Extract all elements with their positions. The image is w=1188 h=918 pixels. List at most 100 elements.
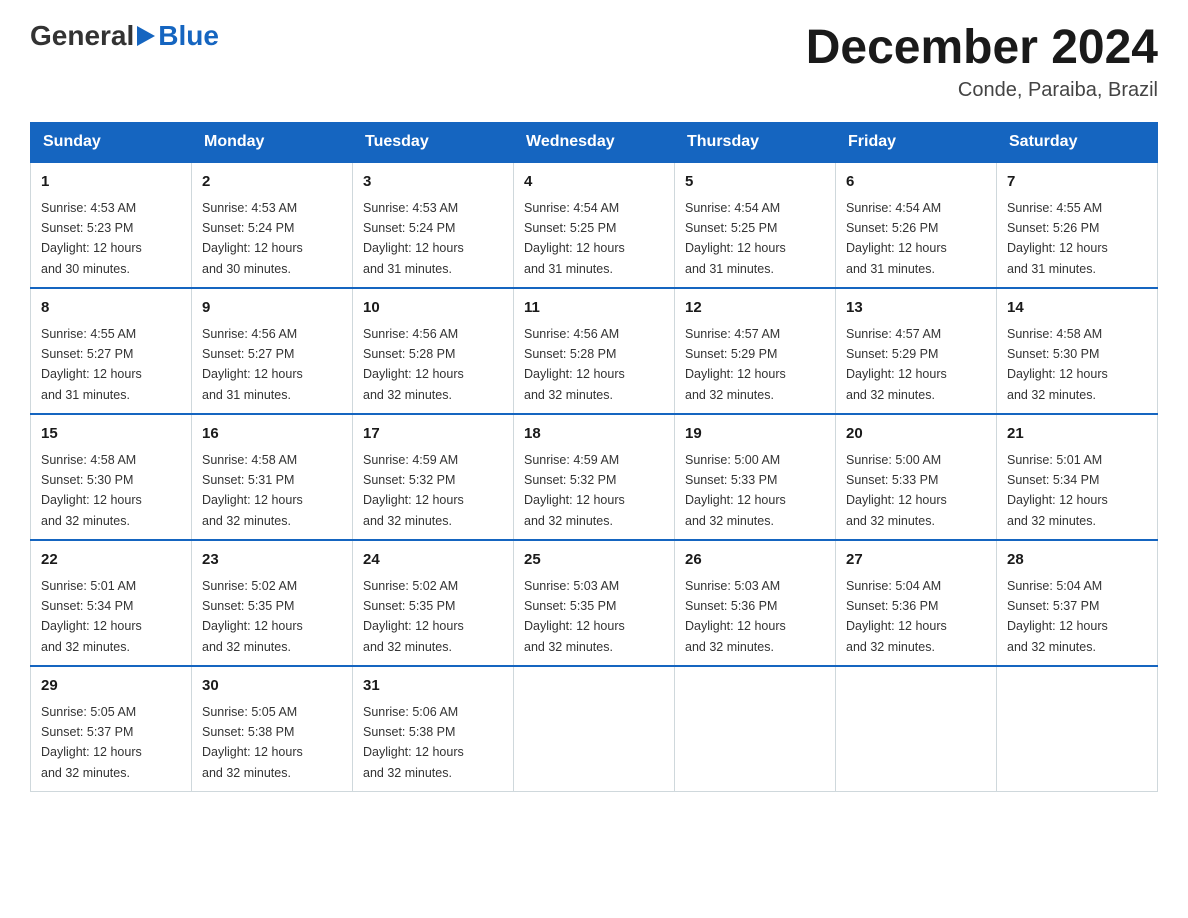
day-number: 26 [685, 549, 825, 572]
day-number: 8 [41, 297, 181, 320]
day-info: Sunrise: 4:54 AMSunset: 5:26 PMDaylight:… [846, 201, 947, 276]
day-number: 20 [846, 423, 986, 446]
calendar-cell: 24 Sunrise: 5:02 AMSunset: 5:35 PMDaylig… [353, 540, 514, 666]
calendar-cell: 26 Sunrise: 5:03 AMSunset: 5:36 PMDaylig… [675, 540, 836, 666]
day-header-row: Sunday Monday Tuesday Wednesday Thursday… [31, 123, 1158, 163]
day-info: Sunrise: 5:02 AMSunset: 5:35 PMDaylight:… [363, 579, 464, 654]
header-wednesday: Wednesday [514, 123, 675, 163]
header-tuesday: Tuesday [353, 123, 514, 163]
calendar-cell: 23 Sunrise: 5:02 AMSunset: 5:35 PMDaylig… [192, 540, 353, 666]
day-number: 29 [41, 675, 181, 698]
day-number: 9 [202, 297, 342, 320]
day-number: 12 [685, 297, 825, 320]
calendar-cell: 31 Sunrise: 5:06 AMSunset: 5:38 PMDaylig… [353, 666, 514, 792]
day-info: Sunrise: 5:00 AMSunset: 5:33 PMDaylight:… [846, 453, 947, 528]
day-number: 4 [524, 171, 664, 194]
header-friday: Friday [836, 123, 997, 163]
week-row-3: 15 Sunrise: 4:58 AMSunset: 5:30 PMDaylig… [31, 414, 1158, 540]
day-info: Sunrise: 4:59 AMSunset: 5:32 PMDaylight:… [363, 453, 464, 528]
day-info: Sunrise: 4:54 AMSunset: 5:25 PMDaylight:… [524, 201, 625, 276]
day-info: Sunrise: 4:58 AMSunset: 5:31 PMDaylight:… [202, 453, 303, 528]
calendar-table: Sunday Monday Tuesday Wednesday Thursday… [30, 122, 1158, 792]
logo: General Blue [30, 20, 219, 52]
day-info: Sunrise: 4:53 AMSunset: 5:24 PMDaylight:… [202, 201, 303, 276]
day-info: Sunrise: 5:04 AMSunset: 5:37 PMDaylight:… [1007, 579, 1108, 654]
day-number: 1 [41, 171, 181, 194]
day-number: 25 [524, 549, 664, 572]
header-thursday: Thursday [675, 123, 836, 163]
day-info: Sunrise: 5:00 AMSunset: 5:33 PMDaylight:… [685, 453, 786, 528]
day-info: Sunrise: 5:05 AMSunset: 5:37 PMDaylight:… [41, 705, 142, 780]
month-title: December 2024 [806, 20, 1158, 75]
logo-icon [137, 26, 155, 46]
calendar-cell: 3 Sunrise: 4:53 AMSunset: 5:24 PMDayligh… [353, 162, 514, 288]
calendar-cell: 18 Sunrise: 4:59 AMSunset: 5:32 PMDaylig… [514, 414, 675, 540]
calendar-cell: 20 Sunrise: 5:00 AMSunset: 5:33 PMDaylig… [836, 414, 997, 540]
day-info: Sunrise: 5:03 AMSunset: 5:35 PMDaylight:… [524, 579, 625, 654]
day-info: Sunrise: 5:02 AMSunset: 5:35 PMDaylight:… [202, 579, 303, 654]
day-number: 23 [202, 549, 342, 572]
day-info: Sunrise: 4:57 AMSunset: 5:29 PMDaylight:… [846, 327, 947, 402]
calendar-cell: 17 Sunrise: 4:59 AMSunset: 5:32 PMDaylig… [353, 414, 514, 540]
day-number: 19 [685, 423, 825, 446]
calendar-cell: 25 Sunrise: 5:03 AMSunset: 5:35 PMDaylig… [514, 540, 675, 666]
day-info: Sunrise: 5:05 AMSunset: 5:38 PMDaylight:… [202, 705, 303, 780]
calendar-cell: 8 Sunrise: 4:55 AMSunset: 5:27 PMDayligh… [31, 288, 192, 414]
calendar-cell: 6 Sunrise: 4:54 AMSunset: 5:26 PMDayligh… [836, 162, 997, 288]
day-number: 15 [41, 423, 181, 446]
calendar-cell [675, 666, 836, 792]
calendar-cell: 15 Sunrise: 4:58 AMSunset: 5:30 PMDaylig… [31, 414, 192, 540]
day-info: Sunrise: 5:06 AMSunset: 5:38 PMDaylight:… [363, 705, 464, 780]
day-number: 14 [1007, 297, 1147, 320]
calendar-cell: 2 Sunrise: 4:53 AMSunset: 5:24 PMDayligh… [192, 162, 353, 288]
title-area: December 2024 Conde, Paraiba, Brazil [806, 20, 1158, 102]
day-info: Sunrise: 4:53 AMSunset: 5:24 PMDaylight:… [363, 201, 464, 276]
day-number: 18 [524, 423, 664, 446]
day-info: Sunrise: 4:56 AMSunset: 5:27 PMDaylight:… [202, 327, 303, 402]
calendar-cell: 1 Sunrise: 4:53 AMSunset: 5:23 PMDayligh… [31, 162, 192, 288]
calendar-cell: 22 Sunrise: 5:01 AMSunset: 5:34 PMDaylig… [31, 540, 192, 666]
header-sunday: Sunday [31, 123, 192, 163]
day-info: Sunrise: 5:01 AMSunset: 5:34 PMDaylight:… [1007, 453, 1108, 528]
day-info: Sunrise: 4:55 AMSunset: 5:26 PMDaylight:… [1007, 201, 1108, 276]
day-info: Sunrise: 5:03 AMSunset: 5:36 PMDaylight:… [685, 579, 786, 654]
day-number: 24 [363, 549, 503, 572]
day-number: 5 [685, 171, 825, 194]
calendar-cell: 7 Sunrise: 4:55 AMSunset: 5:26 PMDayligh… [997, 162, 1158, 288]
day-number: 30 [202, 675, 342, 698]
calendar-cell: 5 Sunrise: 4:54 AMSunset: 5:25 PMDayligh… [675, 162, 836, 288]
day-number: 27 [846, 549, 986, 572]
week-row-1: 1 Sunrise: 4:53 AMSunset: 5:23 PMDayligh… [31, 162, 1158, 288]
day-info: Sunrise: 4:56 AMSunset: 5:28 PMDaylight:… [363, 327, 464, 402]
day-info: Sunrise: 4:59 AMSunset: 5:32 PMDaylight:… [524, 453, 625, 528]
day-number: 3 [363, 171, 503, 194]
day-number: 28 [1007, 549, 1147, 572]
calendar-cell: 27 Sunrise: 5:04 AMSunset: 5:36 PMDaylig… [836, 540, 997, 666]
calendar-cell: 30 Sunrise: 5:05 AMSunset: 5:38 PMDaylig… [192, 666, 353, 792]
calendar-cell: 13 Sunrise: 4:57 AMSunset: 5:29 PMDaylig… [836, 288, 997, 414]
logo-general: General [30, 20, 134, 52]
day-info: Sunrise: 4:57 AMSunset: 5:29 PMDaylight:… [685, 327, 786, 402]
header-monday: Monday [192, 123, 353, 163]
calendar-cell: 14 Sunrise: 4:58 AMSunset: 5:30 PMDaylig… [997, 288, 1158, 414]
day-info: Sunrise: 4:53 AMSunset: 5:23 PMDaylight:… [41, 201, 142, 276]
calendar-cell: 10 Sunrise: 4:56 AMSunset: 5:28 PMDaylig… [353, 288, 514, 414]
week-row-4: 22 Sunrise: 5:01 AMSunset: 5:34 PMDaylig… [31, 540, 1158, 666]
calendar-cell: 28 Sunrise: 5:04 AMSunset: 5:37 PMDaylig… [997, 540, 1158, 666]
day-number: 7 [1007, 171, 1147, 194]
calendar-cell: 12 Sunrise: 4:57 AMSunset: 5:29 PMDaylig… [675, 288, 836, 414]
calendar-cell: 16 Sunrise: 4:58 AMSunset: 5:31 PMDaylig… [192, 414, 353, 540]
day-number: 10 [363, 297, 503, 320]
day-number: 22 [41, 549, 181, 572]
header-saturday: Saturday [997, 123, 1158, 163]
day-info: Sunrise: 4:54 AMSunset: 5:25 PMDaylight:… [685, 201, 786, 276]
page-header: General Blue December 2024 Conde, Paraib… [30, 20, 1158, 102]
calendar-cell: 4 Sunrise: 4:54 AMSunset: 5:25 PMDayligh… [514, 162, 675, 288]
calendar-cell: 29 Sunrise: 5:05 AMSunset: 5:37 PMDaylig… [31, 666, 192, 792]
day-number: 2 [202, 171, 342, 194]
day-info: Sunrise: 4:55 AMSunset: 5:27 PMDaylight:… [41, 327, 142, 402]
calendar-cell: 9 Sunrise: 4:56 AMSunset: 5:27 PMDayligh… [192, 288, 353, 414]
calendar-cell: 19 Sunrise: 5:00 AMSunset: 5:33 PMDaylig… [675, 414, 836, 540]
location-subtitle: Conde, Paraiba, Brazil [806, 79, 1158, 102]
calendar-cell: 21 Sunrise: 5:01 AMSunset: 5:34 PMDaylig… [997, 414, 1158, 540]
